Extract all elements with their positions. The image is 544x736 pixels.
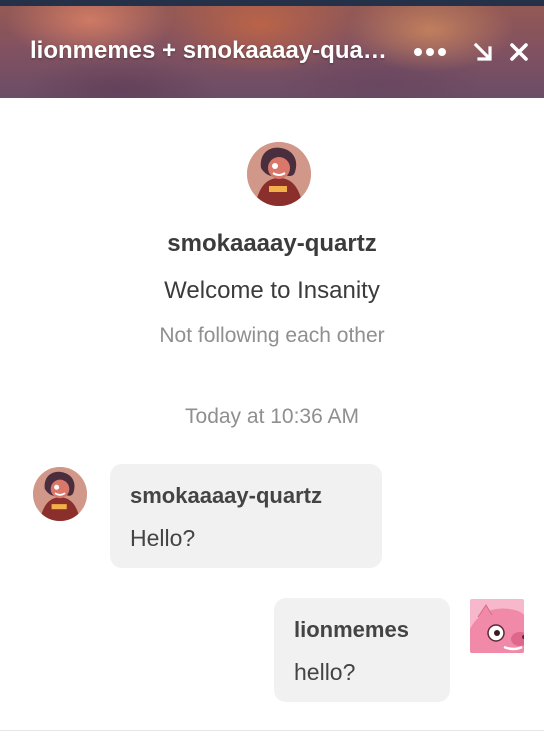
more-options-icon[interactable] [410, 32, 450, 72]
profile-avatar[interactable] [247, 142, 311, 206]
message-sender-name[interactable]: smokaaaay-quartz [130, 482, 362, 510]
message-text: Hello? [130, 525, 196, 551]
follow-status: Not following each other [159, 324, 385, 347]
close-icon[interactable] [502, 32, 536, 72]
profile-name[interactable]: smokaaaay-quartz [0, 230, 544, 258]
message-sender-name[interactable]: lionmemes [294, 616, 430, 644]
sender-avatar[interactable] [33, 467, 87, 521]
chat-header: lionmemes + smokaaaay-quartz [0, 0, 544, 98]
divider [0, 730, 544, 731]
minimize-icon[interactable] [466, 32, 500, 72]
message-text: hello? [294, 659, 356, 685]
message-bubble-incoming: smokaaaay-quartz Hello? [110, 464, 382, 568]
message-timestamp: Today at 10:36 AM [185, 405, 359, 428]
profile-blog-title: Welcome to Insanity [164, 277, 380, 304]
chat-title: lionmemes + smokaaaay-quartz [30, 37, 392, 64]
own-avatar[interactable] [470, 599, 524, 653]
message-bubble-outgoing: lionmemes hello? [274, 598, 450, 702]
